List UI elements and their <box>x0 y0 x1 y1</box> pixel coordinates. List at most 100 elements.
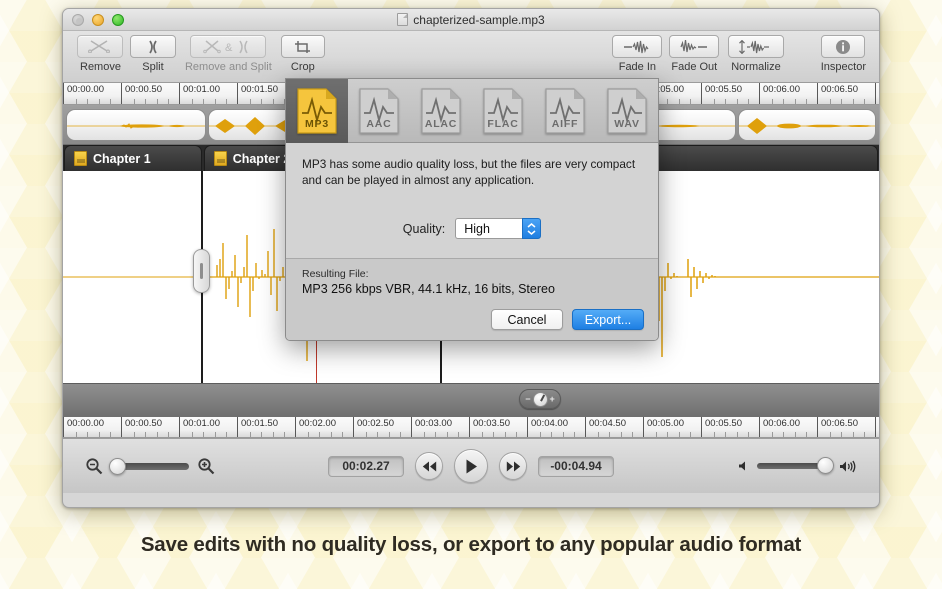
zoom-knob-plus[interactable]: + <box>550 395 555 404</box>
waveform-channel <box>63 171 201 383</box>
inspector-button[interactable] <box>821 35 865 58</box>
inspector-label: Inspector <box>816 61 871 73</box>
main-toolbar: Remove Split & <box>63 31 879 83</box>
resulting-file-value: MP3 256 kbps VBR, 44.1 kHz, 16 bits, Ste… <box>302 282 644 296</box>
ruler-minor-tick <box>632 432 633 437</box>
ruler-tick-label: 00:00.50 <box>125 84 162 95</box>
remove-button[interactable] <box>77 35 123 58</box>
format-option-aac[interactable]: AAC <box>348 79 410 143</box>
fade-in-label: Fade In <box>614 61 661 73</box>
zoom-knob-dial[interactable] <box>533 392 548 407</box>
ruler-tick: 00:05.50 <box>701 83 759 104</box>
ruler-tick: 00:01.00 <box>179 417 237 437</box>
format-file-icon: WAV <box>605 87 649 135</box>
toolbar-item-fade-in[interactable]: Fade In <box>612 35 662 73</box>
editor-footer-bar: − + <box>63 383 879 417</box>
zoom-knob-control[interactable]: − + <box>519 389 561 409</box>
ruler-minor-tick <box>99 99 100 104</box>
zoom-slider[interactable] <box>111 463 189 470</box>
window-title: chapterized-sample.mp3 <box>413 13 544 27</box>
remaining-time-field[interactable]: -00:04.94 <box>538 456 614 477</box>
ruler-tick-label: 00:01.00 <box>183 84 220 95</box>
window-titlebar[interactable]: chapterized-sample.mp3 <box>63 9 879 31</box>
ruler-minor-tick <box>261 432 262 437</box>
ruler-minor-tick <box>609 432 610 437</box>
sheet-button-row: Cancel Export... <box>302 309 644 330</box>
volume-max-icon[interactable] <box>839 460 857 473</box>
format-file-icon: MP3 <box>295 87 339 135</box>
ruler-tick-label: 00:05.00 <box>647 418 684 429</box>
format-option-wav[interactable]: WAV <box>596 79 658 143</box>
crop-label: Crop <box>286 61 320 73</box>
volume-group[interactable] <box>737 460 857 473</box>
quality-row: Quality: High <box>302 218 642 239</box>
format-option-alac[interactable]: ALAC <box>410 79 472 143</box>
cancel-button[interactable]: Cancel <box>491 309 563 330</box>
toolbar-item-remove-and-split[interactable]: & Remove and Split <box>180 35 277 73</box>
ruler-minor-tick <box>482 432 483 437</box>
zoom-slider-group[interactable] <box>63 457 215 475</box>
ruler-minor-tick <box>725 432 726 437</box>
toolbar-item-fade-out[interactable]: Fade Out <box>666 35 722 73</box>
transport-center-group: 00:02.27 -00:04.94 <box>328 449 614 483</box>
ruler-minor-tick <box>841 432 842 437</box>
ruler-minor-tick <box>563 432 564 437</box>
rewind-button[interactable] <box>415 452 443 480</box>
zoom-knob-minus[interactable]: − <box>525 395 530 404</box>
quality-value[interactable]: High <box>455 218 522 239</box>
ruler-tick: 00:04.00 <box>527 417 585 437</box>
toolbar-item-normalize[interactable]: Normalize <box>726 35 786 73</box>
ruler-minor-tick <box>342 432 343 437</box>
ruler-minor-tick <box>215 432 216 437</box>
waveform-pane-1[interactable] <box>63 171 201 417</box>
volume-min-icon[interactable] <box>737 460 749 472</box>
fast-forward-icon <box>506 461 521 472</box>
timeline-ruler-bottom[interactable]: 00:00.0000:00.5000:01.0000:01.5000:02.00… <box>63 417 879 438</box>
ruler-tick-label: 00:05.50 <box>705 418 742 429</box>
format-option-mp3[interactable]: MP3 <box>286 79 348 143</box>
quality-stepper[interactable] <box>522 218 541 239</box>
chevron-up-icon[interactable] <box>527 223 536 228</box>
ruler-tick-label: 00:01.00 <box>183 418 220 429</box>
toolbar-item-split[interactable]: Split <box>130 35 176 73</box>
chapter-tab[interactable]: Chapter 1 <box>64 145 202 171</box>
overview-segment[interactable] <box>66 109 206 141</box>
format-selector-bar[interactable]: MP3AACALACFLACAIFFWAV <box>286 79 658 143</box>
format-option-aiff[interactable]: AIFF <box>534 79 596 143</box>
ruler-minor-tick <box>203 99 204 104</box>
zoom-in-icon[interactable] <box>197 457 215 475</box>
toolbar-item-remove[interactable]: Remove <box>75 35 126 73</box>
fast-forward-button[interactable] <box>499 452 527 480</box>
normalize-button[interactable] <box>728 35 784 58</box>
ruler-tick-label: 00:06.50 <box>821 84 858 95</box>
toolbar-item-inspector[interactable]: Inspector <box>816 35 871 73</box>
ruler-minor-tick <box>737 99 738 104</box>
chapter-split-handle[interactable] <box>193 249 210 293</box>
ruler-minor-tick <box>226 99 227 104</box>
quality-select[interactable]: High <box>455 218 541 239</box>
chapter-marker-icon <box>74 151 87 166</box>
info-icon <box>834 39 852 55</box>
zoom-out-icon[interactable] <box>85 457 103 475</box>
overview-segment[interactable] <box>738 109 876 141</box>
elapsed-time-field[interactable]: 00:02.27 <box>328 456 404 477</box>
split-button[interactable] <box>130 35 176 58</box>
ruler-minor-tick <box>331 432 332 437</box>
quality-label: Quality: <box>403 222 445 236</box>
ruler-tick-label: 00:01.50 <box>241 418 278 429</box>
fade-in-button[interactable] <box>612 35 662 58</box>
export-button[interactable]: Export... <box>572 309 644 330</box>
ruler-minor-tick <box>168 99 169 104</box>
ruler-minor-tick <box>250 432 251 437</box>
play-button[interactable] <box>454 449 488 483</box>
toolbar-item-crop[interactable]: Crop <box>281 35 325 73</box>
remove-and-split-button[interactable]: & <box>190 35 266 58</box>
volume-slider[interactable] <box>757 463 831 469</box>
zoom-slider-thumb[interactable] <box>109 458 126 475</box>
format-option-flac[interactable]: FLAC <box>472 79 534 143</box>
chevron-down-icon[interactable] <box>527 230 536 235</box>
volume-slider-thumb[interactable] <box>817 457 834 474</box>
export-sheet-footer: Resulting File: MP3 256 kbps VBR, 44.1 k… <box>286 259 658 340</box>
fade-out-button[interactable] <box>669 35 719 58</box>
crop-button[interactable] <box>281 35 325 58</box>
